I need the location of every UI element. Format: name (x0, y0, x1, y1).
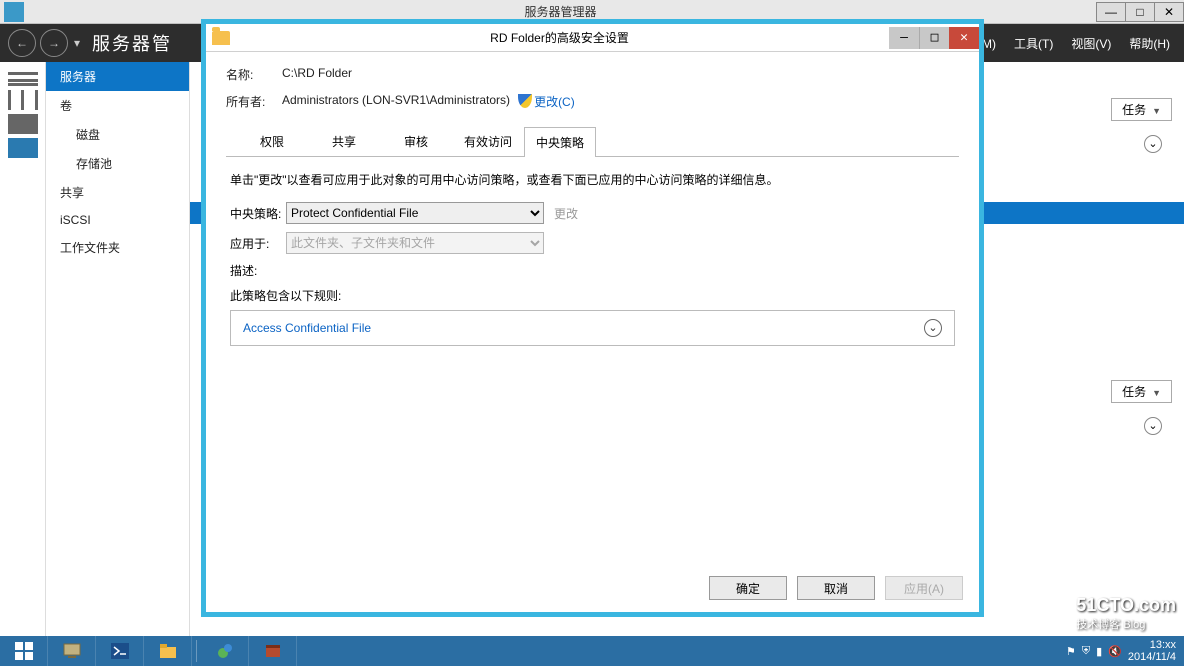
instruction-text: 单击"更改"以查看可应用于此对象的可用中心访问策略，或查看下面已应用的中心访问策… (230, 171, 955, 188)
owner-change-link[interactable]: 更改(C) (518, 93, 575, 110)
advanced-security-dialog: RD Folder的高级安全设置 — □ ✕ 名称: C:\RD Folder … (205, 23, 980, 613)
folder-icon (212, 31, 230, 45)
owner-row: 所有者: Administrators (LON-SVR1\Administra… (226, 93, 959, 110)
rule-name: Access Confidential File (243, 321, 371, 335)
rule-list: Access Confidential File ⌄ (230, 310, 955, 346)
tasks-dropdown-1[interactable]: 任务 (1111, 98, 1172, 121)
tab-central-policy[interactable]: 中央策略 (524, 127, 596, 157)
applies-to-select: 此文件夹、子文件夹和文件 (286, 232, 544, 254)
outer-minimize-button[interactable]: — (1096, 2, 1126, 22)
tab-content: 单击"更改"以查看可应用于此对象的可用中心访问策略，或查看下面已应用的中心访问策… (226, 157, 959, 564)
rail-local-server-icon[interactable] (8, 90, 38, 110)
nav-back-button[interactable]: ← (8, 29, 36, 57)
central-policy-label: 中央策略: (230, 205, 286, 222)
outer-close-button[interactable]: ✕ (1154, 2, 1184, 22)
taskbar-app-2[interactable] (249, 636, 297, 666)
nav-forward-button[interactable]: → (40, 29, 68, 57)
ok-button[interactable]: 确定 (709, 576, 787, 600)
dialog-body: 名称: C:\RD Folder 所有者: Administrators (LO… (206, 52, 979, 568)
taskbar: ⚑ ⛨ ▮ 🔇 13:xx 2014/11/4 (0, 636, 1184, 666)
menu-view[interactable]: 视图(V) (1071, 35, 1111, 52)
taskbar-explorer[interactable] (144, 636, 192, 666)
name-label: 名称: (226, 66, 282, 83)
sidebar-item-iscsi[interactable]: iSCSI (46, 207, 189, 233)
sidebar-item-servers[interactable]: 服务器 (46, 62, 189, 91)
start-button[interactable] (0, 636, 48, 666)
dialog-minimize-button[interactable]: — (889, 27, 919, 49)
menu-tools[interactable]: 工具(T) (1014, 35, 1053, 52)
server-manager-icon (4, 2, 24, 22)
taskbar-clock[interactable]: 13:xx 2014/11/4 (1128, 639, 1176, 663)
central-policy-change-link[interactable]: 更改 (554, 205, 578, 222)
applies-to-label: 应用于: (230, 235, 286, 252)
sidebar-item-work-folders[interactable]: 工作文件夹 (46, 233, 189, 262)
taskbar-separator (196, 640, 197, 662)
dialog-maximize-button[interactable]: □ (919, 27, 949, 49)
rail-file-services-icon[interactable]: ▸ (8, 138, 38, 158)
tab-permissions[interactable]: 权限 (236, 126, 308, 156)
system-tray: ⚑ ⛨ ▮ 🔇 13:xx 2014/11/4 (1066, 639, 1184, 663)
taskbar-app-1[interactable] (201, 636, 249, 666)
tray-sound-icon[interactable]: 🔇 (1108, 645, 1122, 658)
tab-sharing[interactable]: 共享 (308, 126, 380, 156)
taskbar-powershell[interactable] (96, 636, 144, 666)
sidebar-item-shares[interactable]: 共享 (46, 178, 189, 207)
tab-auditing[interactable]: 审核 (380, 126, 452, 156)
owner-value: Administrators (LON-SVR1\Administrators) (282, 93, 510, 110)
taskbar-server-manager[interactable] (48, 636, 96, 666)
owner-label: 所有者: (226, 93, 282, 110)
central-policy-row: 中央策略: Protect Confidential File 更改 (230, 202, 955, 224)
tray-flag-icon[interactable]: ⚑ (1066, 645, 1076, 658)
dialog-footer: 确定 取消 应用(A) (206, 568, 979, 612)
name-value: C:\RD Folder (282, 66, 352, 83)
sidebar-item-storage-pools[interactable]: 存储池 (46, 149, 189, 178)
outer-maximize-button[interactable]: □ (1125, 2, 1155, 22)
nav-dropdown-icon[interactable]: ▾ (74, 36, 80, 50)
tray-security-icon[interactable]: ⛨ (1082, 645, 1090, 658)
dialog-window-controls: — □ ✕ (889, 27, 979, 49)
sidebar-item-volumes[interactable]: 卷 (46, 91, 189, 120)
rule-item[interactable]: Access Confidential File ⌄ (231, 311, 954, 345)
outer-title: 服务器管理器 (24, 3, 1097, 20)
outer-titlebar: 服务器管理器 — □ ✕ (0, 0, 1184, 24)
cancel-button[interactable]: 取消 (797, 576, 875, 600)
rail-all-servers-icon[interactable] (8, 114, 38, 134)
tasks-dropdown-2[interactable]: 任务 (1111, 380, 1172, 403)
dialog-title: RD Folder的高级安全设置 (230, 29, 889, 46)
applies-to-row: 应用于: 此文件夹、子文件夹和文件 (230, 232, 955, 254)
dialog-titlebar[interactable]: RD Folder的高级安全设置 — □ ✕ (206, 24, 979, 52)
rule-expand-icon[interactable]: ⌄ (924, 319, 942, 337)
tab-effective-access[interactable]: 有效访问 (452, 126, 524, 156)
tray-network-icon[interactable]: ▮ (1096, 645, 1102, 658)
apply-button[interactable]: 应用(A) (885, 576, 963, 600)
breadcrumb: 服务器管 (92, 30, 172, 56)
sidebar-item-disks[interactable]: 磁盘 (46, 120, 189, 149)
outer-window-controls: — □ ✕ (1097, 2, 1184, 22)
description-label: 描述: (230, 262, 286, 279)
name-row: 名称: C:\RD Folder (226, 66, 959, 83)
menu-bar: 理(M) 工具(T) 视图(V) 帮助(H) (966, 35, 1184, 52)
description-row: 描述: (230, 262, 955, 279)
central-policy-select[interactable]: Protect Confidential File (286, 202, 544, 224)
rules-header: 此策略包含以下规则: (230, 287, 955, 304)
expand-toggle-1[interactable]: ⌄ (1144, 135, 1162, 153)
tab-strip: 权限 共享 审核 有效访问 中央策略 (226, 126, 959, 157)
menu-help[interactable]: 帮助(H) (1129, 35, 1170, 52)
uac-shield-icon (518, 94, 532, 108)
expand-toggle-2[interactable]: ⌄ (1144, 417, 1162, 435)
rail-dashboard-icon[interactable] (8, 72, 38, 86)
sidebar: 服务器 卷 磁盘 存储池 共享 iSCSI 工作文件夹 (46, 62, 190, 636)
dialog-close-button[interactable]: ✕ (949, 27, 979, 49)
rail: ▸ (0, 62, 46, 636)
